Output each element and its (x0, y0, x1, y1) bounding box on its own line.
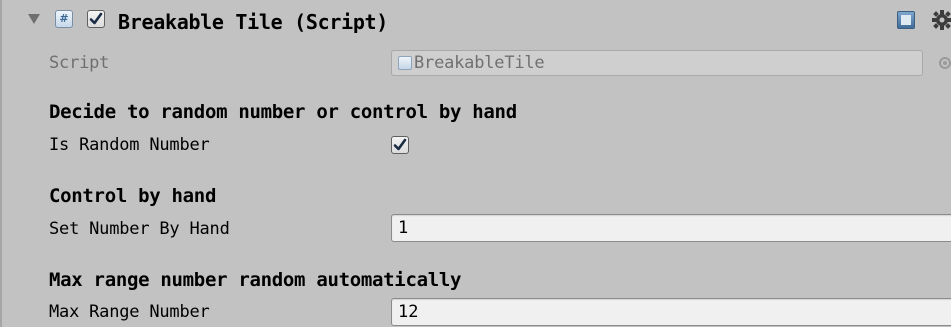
max-section-header: Max range number random automatically (49, 269, 462, 291)
random-section-header: Decide to random number or control by ha… (49, 101, 517, 123)
help-book-icon[interactable] (897, 11, 915, 29)
max-range-label: Max Range Number (49, 302, 210, 322)
foldout-triangle-icon[interactable] (28, 14, 40, 24)
script-file-icon (398, 56, 412, 70)
checkmark-icon (393, 138, 407, 151)
set-number-label: Set Number By Hand (49, 219, 230, 239)
script-value: BreakableTile (414, 53, 545, 73)
object-picker-icon[interactable] (939, 57, 951, 69)
set-number-value: 1 (398, 218, 409, 238)
max-range-value: 12 (398, 302, 419, 322)
max-range-field[interactable]: 12 (391, 298, 951, 326)
gear-icon[interactable] (931, 9, 951, 31)
hand-section-header: Control by hand (49, 185, 217, 207)
script-label: Script (49, 53, 110, 73)
is-random-label: Is Random Number (49, 135, 210, 155)
component-title: Breakable Tile (Script) (118, 10, 389, 34)
component-header[interactable]: # Breakable Tile (Script) (2, 0, 951, 40)
is-random-checkbox[interactable] (391, 136, 409, 154)
csharp-script-icon: # (55, 10, 73, 28)
checkmark-icon (89, 12, 103, 25)
set-number-field[interactable]: 1 (391, 214, 951, 242)
component-enabled-checkbox[interactable] (87, 10, 105, 28)
inspector-panel: # Breakable Tile (Script) Script Breakab… (0, 0, 951, 327)
script-object-field[interactable]: BreakableTile (391, 50, 923, 76)
